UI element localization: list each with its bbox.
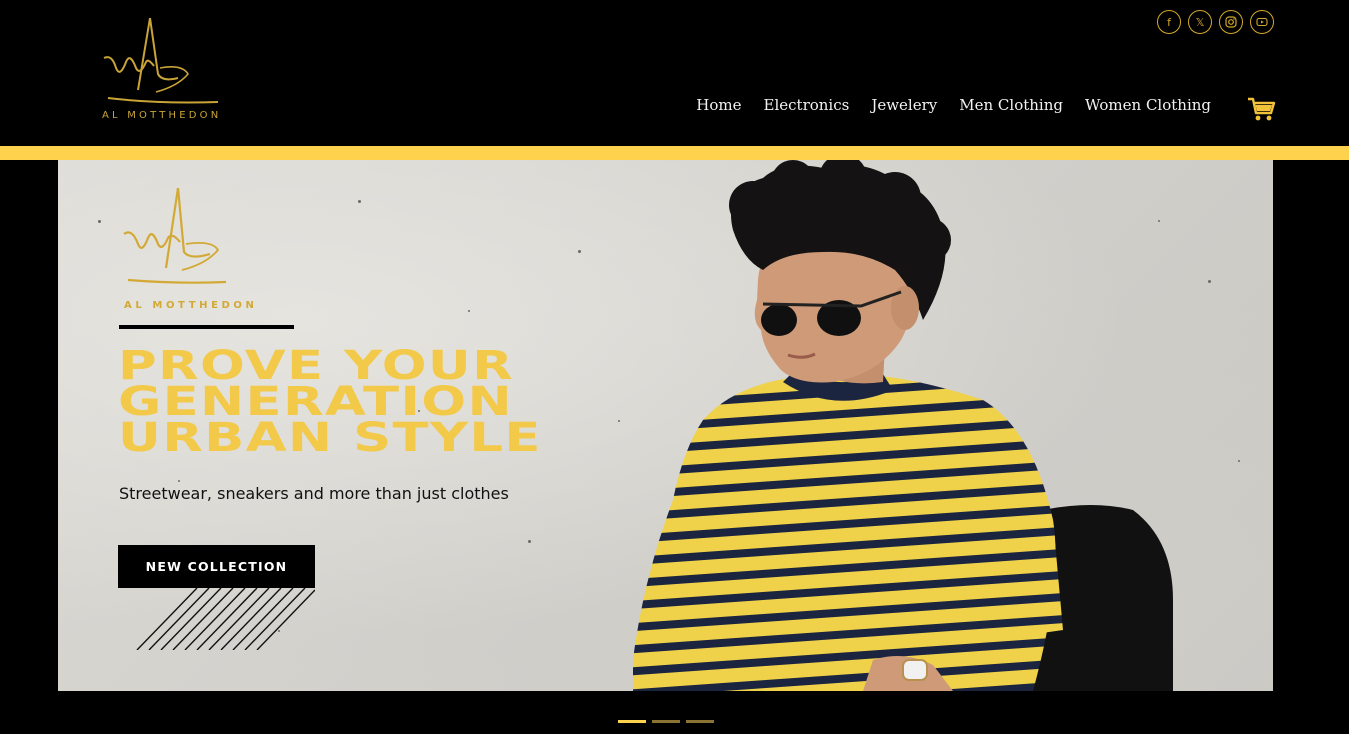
hero-subtext: Streetwear, sneakers and more than just … (119, 484, 509, 503)
x-icon[interactable]: 𝕏 (1188, 10, 1212, 34)
carousel-indicators (618, 720, 714, 723)
nav-home[interactable]: Home (696, 96, 741, 114)
logo-mark-icon (103, 17, 219, 104)
site-header: AL MOTTHEDON f 𝕏 Home Electronics Jewele… (0, 0, 1349, 146)
headline-line-3: URBAN STYLE (118, 415, 542, 461)
hero-logo-text: AL MOTTHEDON (124, 300, 258, 311)
carousel-dot-3[interactable] (686, 720, 714, 723)
hatch-decoration (136, 588, 315, 650)
instagram-icon[interactable] (1219, 10, 1243, 34)
site-logo[interactable]: AL MOTTHEDON (98, 12, 228, 124)
logo-text: AL MOTTHEDON (102, 110, 222, 121)
nav-jewelery[interactable]: Jewelery (871, 96, 937, 114)
nav-men-clothing[interactable]: Men Clothing (959, 96, 1063, 114)
social-links: f 𝕏 (1157, 10, 1274, 34)
nav-electronics[interactable]: Electronics (764, 96, 850, 114)
cart-icon[interactable] (1246, 96, 1276, 122)
facebook-icon[interactable]: f (1157, 10, 1181, 34)
main-nav: Home Electronics Jewelery Men Clothing W… (696, 96, 1211, 114)
hero-logo: AL MOTTHEDON (120, 184, 280, 316)
new-collection-button[interactable]: NEW COLLECTION (118, 545, 315, 588)
hero-model-image (633, 160, 1173, 691)
carousel-dot-2[interactable] (652, 720, 680, 723)
hero-banner: AL MOTTHEDON PROVE YOUR GENERATION URBAN… (58, 160, 1273, 691)
accent-bar (0, 146, 1349, 160)
divider (119, 325, 294, 329)
carousel-dot-1[interactable] (618, 720, 646, 723)
hero-headline: PROVE YOUR GENERATION URBAN STYLE (118, 346, 542, 461)
hero-logo-mark-icon (123, 187, 227, 284)
youtube-icon[interactable] (1250, 10, 1274, 34)
nav-women-clothing[interactable]: Women Clothing (1085, 96, 1211, 114)
